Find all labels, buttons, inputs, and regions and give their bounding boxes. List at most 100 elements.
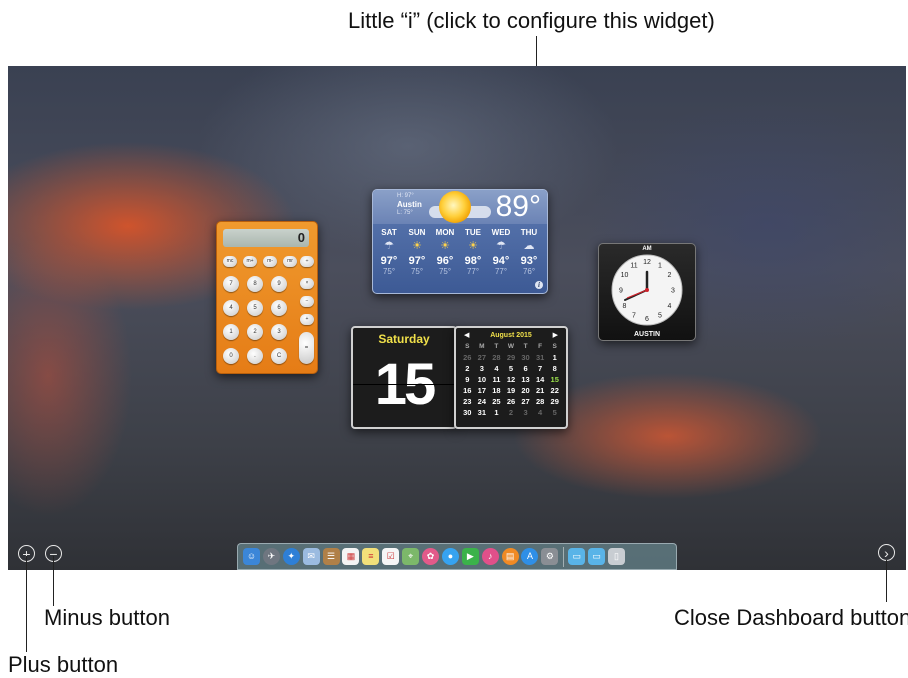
calendar-widget[interactable]: ◀ August 2015 ▶ S M T W T F S 26 27 28 29 30 31 1 2 3 4 5… [454, 326, 568, 429]
downloads-folder-icon[interactable]: ▭ [588, 548, 606, 565]
calendar-day[interactable]: 1 [547, 353, 562, 363]
calculator-widget[interactable]: 0 mc m+ m- mr ÷ 7 8 9 × 4 5 6 − + 1 2 3 … [216, 221, 318, 374]
calendar-day[interactable]: 1 [489, 408, 504, 418]
weather-widget[interactable]: H: 97° Austin L: 75° 89° SAT ☂ 97° 75° SUN ☀… [372, 189, 548, 294]
calendar-day[interactable]: 20 [518, 386, 533, 396]
calc-key-mplus[interactable]: m+ [243, 256, 257, 267]
calendar-day[interactable]: 12 [504, 375, 519, 385]
notes-icon[interactable]: ≡ [362, 548, 380, 565]
calc-key-minus[interactable]: − [300, 296, 314, 307]
calendar-day[interactable]: 3 [475, 364, 490, 374]
app-store-icon[interactable]: A [521, 548, 539, 565]
calc-key-8[interactable]: 8 [247, 276, 263, 292]
calendar-day[interactable]: 15 [547, 375, 562, 385]
calendar-day[interactable]: 24 [475, 397, 490, 407]
calc-key-9[interactable]: 9 [271, 276, 287, 292]
calendar-grid: S M T W T F S 26 27 28 29 30 31 1 2 3 4 5 6 7 8 9 10 11 12 13 14 15… [460, 342, 562, 418]
ibooks-icon[interactable]: ▤ [501, 548, 519, 565]
forecast-day-name: SUN [408, 228, 426, 237]
itunes-icon[interactable]: ♪ [481, 548, 499, 565]
facetime-icon[interactable]: ▶ [461, 548, 479, 565]
mail-icon[interactable]: ✉ [302, 548, 320, 565]
sun-icon [439, 191, 471, 223]
calendar-day[interactable]: 4 [533, 408, 548, 418]
calc-key-decimal[interactable]: . [247, 348, 263, 364]
calendar-day[interactable]: 30 [460, 408, 475, 418]
calendar-day[interactable]: 21 [533, 386, 548, 396]
calendar-day[interactable]: 17 [475, 386, 490, 396]
calc-key-2[interactable]: 2 [247, 324, 263, 340]
calc-key-clear[interactable]: C [271, 348, 287, 364]
calendar-day[interactable]: 19 [504, 386, 519, 396]
calendar-day[interactable]: 3 [518, 408, 533, 418]
calendar-day[interactable]: 18 [489, 386, 504, 396]
calendar-next-button[interactable]: ▶ [553, 331, 558, 339]
calc-key-4[interactable]: 4 [223, 300, 239, 316]
system-preferences-icon[interactable]: ⚙ [541, 548, 559, 565]
launchpad-icon[interactable]: ✈ [262, 548, 280, 565]
calendar-day[interactable]: 13 [518, 375, 533, 385]
calendar-day[interactable]: 10 [475, 375, 490, 385]
date-widget[interactable]: Saturday 15 [351, 326, 457, 429]
finder-icon[interactable]: ☺ [243, 548, 260, 565]
calendar-day[interactable]: 5 [504, 364, 519, 374]
calc-key-multiply[interactable]: × [300, 278, 314, 289]
calendar-day[interactable]: 31 [475, 408, 490, 418]
reminders-icon[interactable]: ☑ [382, 548, 400, 565]
calc-key-mc[interactable]: mc [223, 256, 237, 267]
widget-info-button[interactable]: i [535, 281, 543, 289]
calendar-day[interactable]: 5 [547, 408, 562, 418]
calendar-day[interactable]: 27 [475, 353, 490, 363]
maps-icon[interactable]: ⌖ [402, 548, 420, 565]
forecast-low: 75° [410, 267, 424, 276]
clock-widget[interactable]: AM 12 1 2 3 4 5 6 7 8 9 10 11 AUSTIN [598, 243, 696, 341]
calendar-day[interactable]: 27 [518, 397, 533, 407]
messages-icon[interactable]: ● [441, 548, 459, 565]
calc-key-3[interactable]: 3 [271, 324, 287, 340]
calendar-day[interactable]: 29 [547, 397, 562, 407]
calendar-day[interactable]: 31 [533, 353, 548, 363]
calendar-day[interactable]: 23 [460, 397, 475, 407]
calendar-day[interactable]: 8 [547, 364, 562, 374]
calendar-day[interactable]: 26 [504, 397, 519, 407]
calendar-day[interactable]: 2 [504, 408, 519, 418]
safari-icon[interactable]: ✦ [282, 548, 300, 565]
calendar-weekday: M [479, 343, 485, 350]
calc-key-5[interactable]: 5 [247, 300, 263, 316]
calendar-day[interactable]: 2 [460, 364, 475, 374]
calendar-day[interactable]: 6 [518, 364, 533, 374]
calc-key-1[interactable]: 1 [223, 324, 239, 340]
calendar-day[interactable]: 30 [518, 353, 533, 363]
calc-key-7[interactable]: 7 [223, 276, 239, 292]
calendar-day[interactable]: 4 [489, 364, 504, 374]
clock-city: AUSTIN [633, 331, 661, 338]
photos-icon[interactable]: ✿ [422, 548, 440, 565]
calendar-day[interactable]: 16 [460, 386, 475, 396]
applications-folder-icon[interactable]: ▭ [568, 548, 586, 565]
clock-number: 2 [668, 272, 672, 279]
forecast-day: SAT ☂ 97° 75° [375, 228, 403, 276]
calendar-day[interactable]: 25 [489, 397, 504, 407]
calendar-day[interactable]: 14 [533, 375, 548, 385]
calc-key-6[interactable]: 6 [271, 300, 287, 316]
calc-key-divide[interactable]: ÷ [300, 256, 314, 267]
calc-key-plus[interactable]: + [300, 314, 314, 325]
calc-key-mr[interactable]: mr [283, 256, 297, 267]
calendar-day[interactable]: 22 [547, 386, 562, 396]
calc-key-mminus[interactable]: m- [263, 256, 277, 267]
calc-key-equals[interactable]: = [299, 332, 314, 364]
calc-key-0[interactable]: 0 [223, 348, 239, 364]
calendar-day[interactable]: 28 [489, 353, 504, 363]
calendar-day[interactable]: 26 [460, 353, 475, 363]
close-dashboard-button[interactable]: › [878, 544, 895, 561]
calendar-day[interactable]: 28 [533, 397, 548, 407]
forecast-low: 75° [382, 267, 396, 276]
calendar-day[interactable]: 29 [504, 353, 519, 363]
calendar-day[interactable]: 9 [460, 375, 475, 385]
trash-icon[interactable]: ▯ [608, 548, 626, 565]
calendar-day[interactable]: 11 [489, 375, 504, 385]
calendar-weekday: S [465, 343, 470, 350]
calendar-icon[interactable]: ▦ [342, 548, 360, 565]
contacts-icon[interactable]: ☰ [322, 548, 340, 565]
calendar-day[interactable]: 7 [533, 364, 548, 374]
